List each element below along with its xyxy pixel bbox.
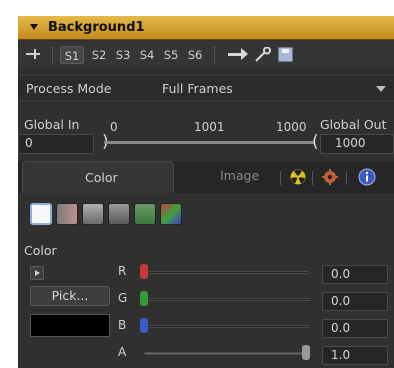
info-icon[interactable] (358, 168, 376, 186)
save-icon[interactable] (278, 47, 293, 62)
slot-s5[interactable]: S5 (160, 46, 182, 64)
red-value-field[interactable]: 0.0 (322, 265, 388, 284)
global-in-value: 0 (25, 136, 33, 150)
divider (52, 46, 53, 63)
swatch-rainbow-icon[interactable] (160, 203, 182, 225)
range-tick-start: 0 (110, 120, 118, 134)
tool-title: Background1 (48, 20, 145, 35)
global-out-field[interactable]: 1000 (320, 134, 394, 154)
swatch-solid-icon[interactable] (30, 203, 52, 225)
tab-bar: Color Image (18, 161, 394, 193)
play-expand-icon[interactable] (30, 266, 44, 280)
global-out-value: 1000 (335, 136, 366, 150)
pin-icon[interactable] (26, 49, 40, 59)
divider (214, 46, 215, 63)
slot-s4[interactable]: S4 (136, 46, 158, 64)
red-slider[interactable] (144, 271, 310, 274)
process-mode-label: Process Mode (26, 81, 112, 96)
divider (280, 171, 281, 185)
tool-header[interactable]: Background1 (18, 16, 394, 40)
range-tick-end: 1000 (276, 120, 307, 134)
range-end-handle[interactable]: ( (312, 132, 319, 152)
keyframe-icon[interactable] (254, 47, 272, 63)
channel-g-label: G (118, 291, 128, 305)
alpha-value-field[interactable]: 1.0 (322, 346, 388, 365)
divider (346, 171, 347, 185)
version-toolbar: S1 S2 S3 S4 S5 S6 (18, 41, 394, 67)
pick-button[interactable]: Pick... (30, 286, 110, 306)
green-slider-knob[interactable] (140, 291, 148, 306)
swatch-four-corner-icon[interactable] (108, 203, 130, 225)
gear-icon[interactable] (322, 169, 338, 185)
collapse-arrow-icon[interactable] (30, 24, 38, 30)
global-range-slider[interactable] (104, 141, 314, 144)
tab-image[interactable]: Image (220, 168, 259, 183)
alpha-slider-knob[interactable] (302, 345, 310, 360)
blue-slider[interactable] (144, 325, 310, 328)
channel-r-label: R (118, 264, 127, 278)
blue-value-field[interactable]: 0.0 (322, 319, 388, 338)
tab-color-label: Color (85, 170, 118, 185)
channel-a-label: A (118, 345, 127, 359)
chevron-down-icon[interactable] (376, 86, 386, 92)
process-mode-value[interactable]: Full Frames (162, 81, 233, 96)
green-value-field[interactable]: 0.0 (322, 292, 388, 311)
global-out-label: Global Out (320, 117, 387, 132)
slot-s3[interactable]: S3 (112, 46, 134, 64)
blue-slider-knob[interactable] (140, 318, 148, 333)
global-in-field[interactable]: 0 (18, 134, 94, 154)
channel-b-label: B (118, 318, 127, 332)
color-preview-swatch[interactable] (30, 314, 110, 337)
green-slider[interactable] (144, 298, 310, 301)
divider (312, 171, 313, 185)
global-in-label: Global In (24, 117, 80, 132)
swatch-green-gradient-icon[interactable] (134, 203, 156, 225)
tool-panel: Background1 S1 S2 S3 S4 S5 S6 Process Mo… (18, 16, 394, 368)
red-slider-knob[interactable] (140, 264, 148, 279)
tab-color[interactable]: Color (22, 161, 174, 193)
process-mode-row[interactable]: Process Mode Full Frames (18, 75, 394, 101)
swatch-vertical-gradient-icon[interactable] (82, 203, 104, 225)
slot-s2[interactable]: S2 (88, 46, 110, 64)
slot-s1[interactable]: S1 (60, 46, 84, 64)
snap-arrow-icon[interactable] (228, 48, 248, 60)
radioactive-icon[interactable] (290, 169, 306, 185)
color-section-label: Color (24, 243, 57, 258)
slot-s6[interactable]: S6 (184, 46, 206, 64)
alpha-slider[interactable] (144, 352, 310, 355)
swatch-horizontal-gradient-icon[interactable] (56, 203, 78, 225)
range-tick-mid: 1001 (194, 120, 225, 134)
